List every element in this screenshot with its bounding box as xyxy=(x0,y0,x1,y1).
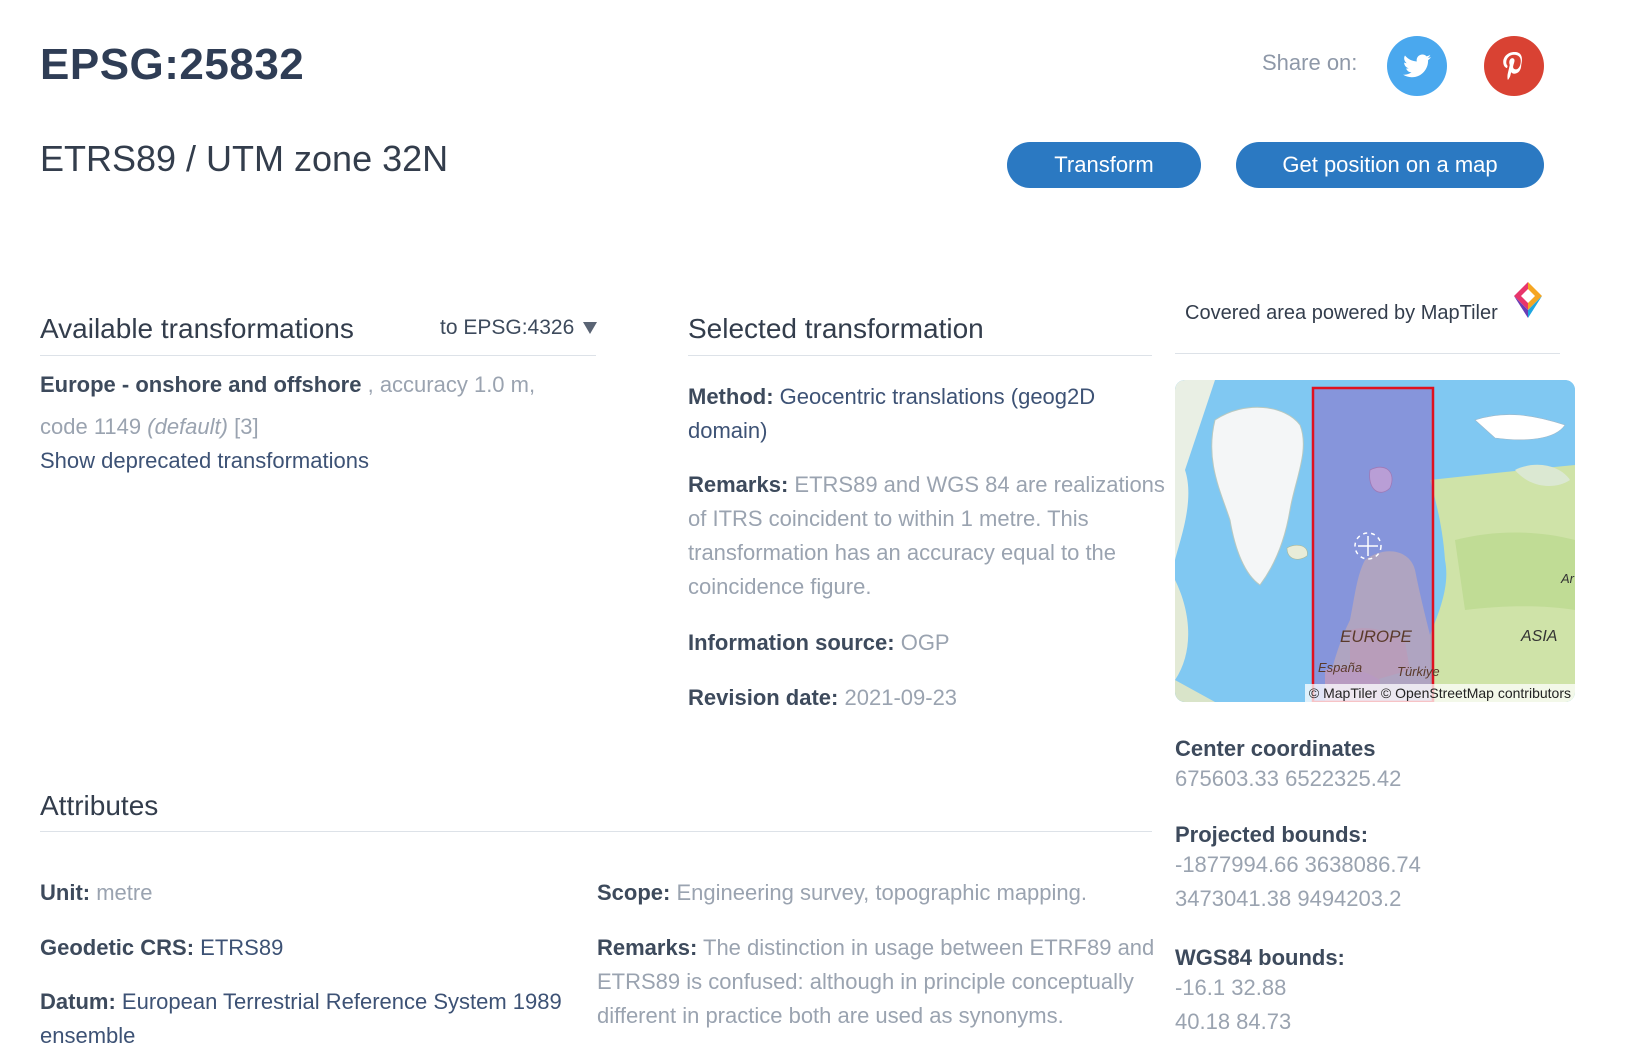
map-label-europe: EUROPE xyxy=(1340,627,1412,646)
revision-date-field: Revision date: 2021-09-23 xyxy=(688,681,957,715)
projected-bounds-min: -1877994.66 3638086.74 xyxy=(1175,852,1421,877)
projected-bounds-max: 3473041.38 9494203.2 xyxy=(1175,886,1402,911)
revision-date-value: 2021-09-23 xyxy=(844,685,958,710)
remarks-line-2: of ITRS coincident to within 1 metre. Th… xyxy=(688,506,1089,531)
scope-label: Scope: xyxy=(597,880,671,905)
page-title: EPSG:25832 xyxy=(40,40,305,89)
divider xyxy=(40,355,596,356)
divider xyxy=(40,831,1152,832)
projected-bounds: Projected bounds: -1877994.66 3638086.74… xyxy=(1175,822,1421,916)
center-coordinates: Center coordinates 675603.33 6522325.42 xyxy=(1175,736,1401,796)
pinterest-share-button[interactable] xyxy=(1484,36,1544,96)
method-value[interactable]: Geocentric translations (geog2D xyxy=(780,384,1096,409)
transformation-accuracy: , accuracy 1.0 m, xyxy=(367,372,536,397)
scope-value: Engineering survey, topographic mapping. xyxy=(676,880,1087,905)
transformation-area: Europe - onshore and offshore xyxy=(40,372,362,397)
map-label-espana: España xyxy=(1318,660,1362,675)
datum-value[interactable]: European Terrestrial Reference System 19… xyxy=(122,989,562,1014)
wgs84-bounds-min: -16.1 32.88 xyxy=(1175,975,1287,1000)
coverage-label: Covered area powered by MapTiler xyxy=(1185,302,1498,324)
map-label-turkiye: Türkiye xyxy=(1397,664,1440,679)
divider xyxy=(1175,353,1560,354)
maptiler-logo[interactable] xyxy=(1510,280,1546,320)
map-canvas[interactable]: EUROPE ASIA España Türkiye Ar xyxy=(1175,380,1575,702)
wgs84-bounds-max: 40.18 84.73 xyxy=(1175,1009,1292,1034)
target-crs-select[interactable]: to EPSG:4326 xyxy=(440,316,598,340)
show-deprecated-link[interactable]: Show deprecated transformations xyxy=(40,448,369,474)
wgs84-bounds-label: WGS84 bounds: xyxy=(1175,945,1345,970)
transformation-code: code 1149 xyxy=(40,414,142,439)
available-transformations-heading: Available transformations xyxy=(40,313,354,344)
geodetic-crs-value[interactable]: ETRS89 xyxy=(200,935,283,960)
crs-name: ETRS89 / UTM zone 32N xyxy=(40,138,449,179)
center-coordinates-label: Center coordinates xyxy=(1175,736,1376,761)
method-field: Method: Geocentric translations (geog2D … xyxy=(688,380,1095,448)
information-source-label: Information source: xyxy=(688,630,895,655)
unit-value: metre xyxy=(96,880,153,905)
geodetic-crs-field: Geodetic CRS: ETRS89 xyxy=(40,931,283,965)
caret-down-icon xyxy=(583,322,598,334)
map-label-asia: ASIA xyxy=(1520,628,1557,645)
twitter-icon xyxy=(1403,54,1431,78)
transform-button[interactable]: Transform xyxy=(1007,142,1201,188)
map-label-ar: Ar xyxy=(1560,571,1575,586)
attributes-remarks-line-3: different in practice both are used as s… xyxy=(597,1003,1064,1028)
pinterest-icon xyxy=(1503,52,1522,80)
datum-label: Datum: xyxy=(40,989,116,1014)
attributes-remarks-label: Remarks: xyxy=(597,935,698,960)
target-crs-select-label: to EPSG:4326 xyxy=(440,316,575,339)
information-source-field: Information source: OGP xyxy=(688,626,950,660)
unit-label: Unit: xyxy=(40,880,91,905)
twitter-share-button[interactable] xyxy=(1387,36,1447,96)
method-value-cont[interactable]: domain) xyxy=(688,418,767,443)
transformation-default: (default) xyxy=(147,414,228,439)
remarks-line-3: transformation has an accuracy equal to … xyxy=(688,540,1117,565)
projected-bounds-label: Projected bounds: xyxy=(1175,822,1369,847)
share-label: Share on: xyxy=(1262,50,1358,75)
transformation-code-line: code 1149 (default) [3] xyxy=(40,406,259,448)
map-attribution[interactable]: © MapTiler © OpenStreetMap contributors xyxy=(1304,684,1575,702)
transformation-count: [3] xyxy=(234,414,259,439)
transformation-item[interactable]: Europe - onshore and offshore , accuracy… xyxy=(40,364,535,406)
selected-transformation-heading: Selected transformation xyxy=(688,313,984,344)
remarks-line-4: coincidence figure. xyxy=(688,574,872,599)
center-coordinates-value: 675603.33 6522325.42 xyxy=(1175,766,1402,791)
revision-date-label: Revision date: xyxy=(688,685,839,710)
information-source-value: OGP xyxy=(900,630,950,655)
datum-value-cont[interactable]: ensemble xyxy=(40,1023,135,1045)
attributes-remarks-field: Remarks: The distinction in usage betwee… xyxy=(597,931,1154,1033)
geodetic-crs-label: Geodetic CRS: xyxy=(40,935,195,960)
unit-field: Unit: metre xyxy=(40,876,152,910)
remarks-label: Remarks: xyxy=(688,472,789,497)
divider xyxy=(688,355,1152,356)
get-position-button[interactable]: Get position on a map xyxy=(1236,142,1544,188)
scope-field: Scope: Engineering survey, topographic m… xyxy=(597,876,1087,910)
remarks-line-1: ETRS89 and WGS 84 are realizations xyxy=(794,472,1165,497)
wgs84-bounds: WGS84 bounds: -16.1 32.88 40.18 84.73 xyxy=(1175,945,1345,1039)
attributes-heading: Attributes xyxy=(40,790,159,821)
coverage-map[interactable]: EUROPE ASIA España Türkiye Ar © MapTiler… xyxy=(1175,380,1575,702)
attributes-remarks-line-2: ETRS89 is confused: although in principl… xyxy=(597,969,1134,994)
method-label: Method: xyxy=(688,384,774,409)
datum-field: Datum: European Terrestrial Reference Sy… xyxy=(40,985,562,1045)
remarks-field: Remarks: ETRS89 and WGS 84 are realizati… xyxy=(688,468,1165,604)
attributes-remarks-line-1: The distinction in usage between ETRF89 … xyxy=(703,935,1155,960)
